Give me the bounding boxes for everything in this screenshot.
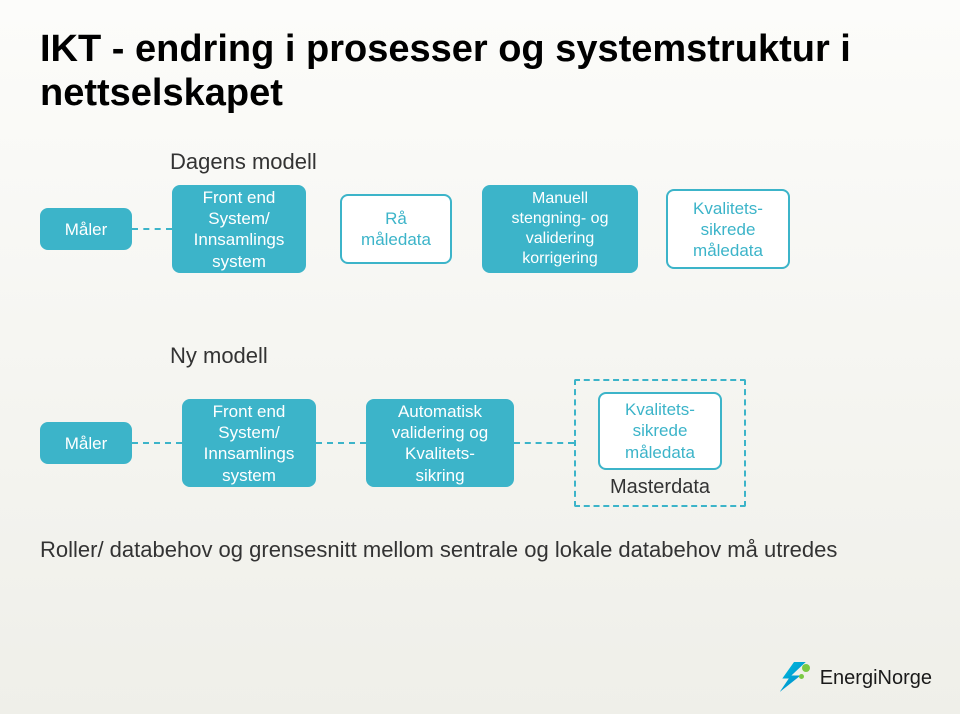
box-frontend-new: Front end System/ Innsamlings system [182, 399, 316, 487]
text: Automatisk [376, 401, 504, 422]
text: sikring [376, 465, 504, 486]
text: Front end [192, 401, 306, 422]
text: system [192, 465, 306, 486]
page-title: IKT - endring i prosesser og systemstruk… [0, 0, 960, 115]
box-manual-validation: Manuell stengning- og validering korrige… [482, 185, 638, 273]
text: Innsamlings [192, 443, 306, 464]
text: måledata [608, 442, 712, 463]
connector [132, 228, 172, 230]
connector [514, 442, 574, 444]
box-maler-current: Måler [40, 208, 132, 250]
footer-note: Roller/ databehov og grensesnitt mellom … [40, 537, 960, 563]
text: system [182, 251, 296, 272]
text: System/ [182, 208, 296, 229]
text: Manuell [492, 189, 628, 209]
connector [132, 442, 182, 444]
new-model-label: Ny modell [170, 343, 960, 369]
text: validering og [376, 422, 504, 443]
text: Måler [50, 433, 122, 454]
text: sikrede [608, 420, 712, 441]
new-model-row: Måler Front end System/ Innsamlings syst… [0, 379, 960, 507]
box-maler-new: Måler [40, 422, 132, 464]
text: validering [492, 229, 628, 249]
masterdata-container: Kvalitets- sikrede måledata Masterdata [574, 379, 746, 507]
text: Kvalitets- [608, 399, 712, 420]
brand-name: EnergiNorge [820, 667, 932, 690]
box-qa-data-new: Kvalitets- sikrede måledata [598, 392, 722, 470]
text: Rå [350, 208, 442, 229]
text: Front end [182, 187, 296, 208]
brand-logo: EnergiNorge [776, 660, 932, 696]
current-model-label: Dagens modell [170, 149, 960, 175]
text: sikrede [676, 219, 780, 240]
text: Måler [50, 219, 122, 240]
text: måledata [676, 240, 780, 261]
text: korrigering [492, 249, 628, 269]
text: stengning- og [492, 209, 628, 229]
text: Kvalitets- [676, 198, 780, 219]
text: Innsamlings [182, 229, 296, 250]
text: måledata [350, 229, 442, 250]
lightning-icon [776, 660, 812, 696]
text: Kvalitets- [376, 443, 504, 464]
box-qa-data-current: Kvalitets- sikrede måledata [666, 189, 790, 269]
connector [316, 442, 366, 444]
text: System/ [192, 422, 306, 443]
box-raw-data: Rå måledata [340, 194, 452, 264]
current-model-row: Måler Front end System/ Innsamlings syst… [0, 185, 960, 273]
masterdata-label: Masterdata [610, 476, 710, 499]
box-auto-validation: Automatisk validering og Kvalitets- sikr… [366, 399, 514, 487]
box-frontend-current: Front end System/ Innsamlings system [172, 185, 306, 273]
